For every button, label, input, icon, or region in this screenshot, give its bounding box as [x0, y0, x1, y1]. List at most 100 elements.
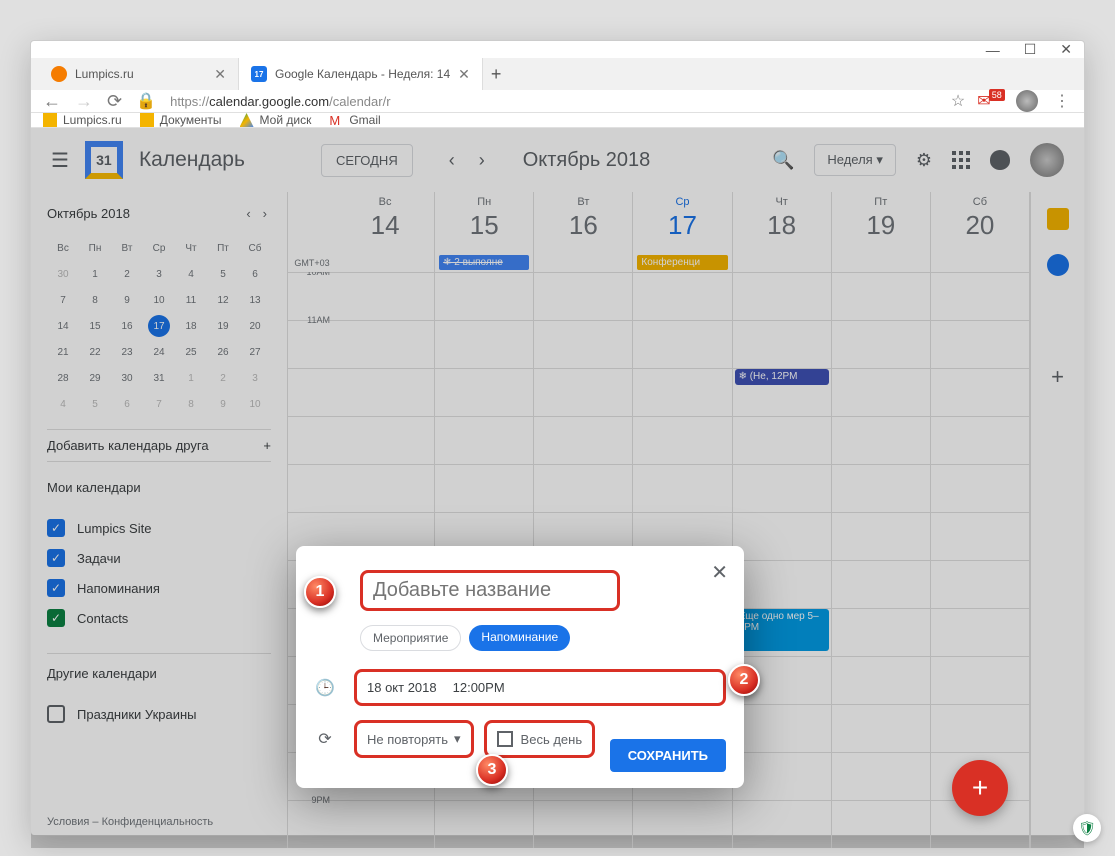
tab-close-icon[interactable]: ✕ — [214, 66, 226, 83]
gmail-icon: M — [329, 113, 343, 127]
user-avatar[interactable] — [1030, 143, 1064, 177]
mini-next-icon[interactable]: › — [259, 204, 271, 223]
close-icon[interactable]: ✕ — [711, 560, 728, 585]
new-tab-button[interactable]: + — [491, 64, 502, 85]
pill-reminder[interactable]: Напоминание — [469, 625, 570, 651]
date-nav: ‹ › — [441, 146, 493, 175]
grid-header: GMT+03 Вс14Пн15❄ 2 выполнеВт16Ср17Конфер… — [288, 192, 1030, 272]
url-text[interactable]: https://calendar.google.com/calendar/r — [170, 94, 934, 109]
my-calendars-header[interactable]: Мои календари — [47, 474, 271, 501]
annotation-marker-2: 2 — [728, 664, 760, 696]
browser-tab-lumpics[interactable]: Lumpics.ru ✕ — [39, 58, 239, 90]
day-column[interactable]: Пн15❄ 2 выполне — [435, 192, 534, 272]
security-shield-icon[interactable]: 🛡 — [1073, 814, 1101, 842]
search-icon[interactable]: 🔍 — [772, 150, 794, 171]
window-close[interactable]: ✕ — [1060, 41, 1072, 58]
calendar-item[interactable]: ✓Напоминания — [47, 573, 271, 603]
tab-label: Lumpics.ru — [75, 67, 134, 81]
allday-chip[interactable]: Конференци — [637, 255, 727, 270]
keep-icon[interactable] — [1047, 208, 1069, 230]
apps-grid-icon[interactable] — [952, 151, 970, 169]
add-friend-calendar[interactable]: Добавить календарь друга+ — [47, 429, 271, 462]
event-block[interactable]: ❄ (Не, 12PM — [735, 369, 829, 385]
datetime-row: 🕒 18 окт 2018 12:00PM — [314, 669, 726, 706]
prev-week-icon[interactable]: ‹ — [441, 146, 463, 175]
tasks-icon[interactable] — [1047, 254, 1069, 276]
checkbox-icon — [497, 731, 513, 747]
mini-calendar[interactable]: ВсПнВтСрЧтПтСб30123456789101112131415161… — [47, 235, 271, 417]
mini-cal-title: Октябрь 2018 — [47, 206, 130, 221]
pill-event[interactable]: Мероприятие — [360, 625, 461, 651]
footer-links[interactable]: Условия – Конфиденциальность — [47, 808, 271, 836]
tab-close-icon[interactable]: ✕ — [458, 66, 470, 83]
title-input[interactable] — [373, 579, 607, 602]
browser-tab-calendar[interactable]: 17 Google Календарь - Неделя: 14 ✕ — [239, 58, 483, 90]
calendar-item[interactable]: ✓Lumpics Site — [47, 513, 271, 543]
title-input-highlight — [360, 570, 620, 611]
day-column[interactable]: Чт18 — [733, 192, 832, 272]
today-button[interactable]: СЕГОДНЯ — [321, 144, 413, 177]
mini-prev-icon[interactable]: ‹ — [242, 204, 254, 223]
repeat-icon: ⟳ — [314, 729, 336, 749]
type-pills: Мероприятие Напоминание — [360, 625, 726, 651]
bookmarks-bar: Lumpics.ru Документы Мой диск MGmail — [31, 113, 1084, 128]
calendar-item[interactable]: ✓Задачи — [47, 543, 271, 573]
month-label: Октябрь 2018 — [523, 149, 651, 172]
header-right: 🔍 Неделя ▾ ⚙ — [772, 143, 1064, 177]
app-title: Календарь — [139, 148, 245, 172]
browser-window: — ☐ ✕ Lumpics.ru ✕ 17 Google Календарь -… — [30, 40, 1085, 836]
star-icon[interactable]: ☆ — [948, 91, 968, 111]
app-header: ☰ 31 Календарь СЕГОДНЯ ‹ › Октябрь 2018 … — [31, 128, 1084, 192]
gear-icon[interactable]: ⚙ — [916, 150, 932, 171]
nav-forward-icon[interactable]: → — [75, 91, 93, 112]
lock-icon[interactable]: 🔒 — [136, 91, 156, 111]
right-rail: + — [1030, 192, 1084, 848]
mini-cal-header: Октябрь 2018 ‹ › — [47, 204, 271, 223]
day-column[interactable]: Вс14 — [336, 192, 435, 272]
folder-icon — [140, 113, 154, 127]
mail-icon[interactable]: ✉58 — [982, 91, 1002, 111]
sidebar: Октябрь 2018 ‹ › ВсПнВтСрЧтПтСб3012345678… — [31, 192, 287, 848]
day-column[interactable]: Ср17Конференци — [633, 192, 732, 272]
profile-avatar[interactable] — [1016, 90, 1038, 112]
checkbox-icon — [47, 705, 65, 723]
bookmark-gmail[interactable]: MGmail — [329, 113, 380, 127]
view-selector[interactable]: Неделя ▾ — [814, 144, 895, 176]
event-block[interactable]: Еще одно мер 5–6PM — [735, 609, 829, 651]
bookmark-lumpics[interactable]: Lumpics.ru — [43, 113, 122, 127]
nav-back-icon[interactable]: ← — [43, 91, 61, 112]
bookmark-docs[interactable]: Документы — [140, 113, 222, 127]
repeat-select[interactable]: Не повторять▾ — [354, 720, 474, 758]
allday-chip[interactable]: ❄ 2 выполне — [439, 255, 529, 270]
next-week-icon[interactable]: › — [471, 146, 493, 175]
tab-label: Google Календарь - Неделя: 14 — [275, 67, 450, 81]
rail-plus-icon[interactable]: + — [1051, 364, 1064, 390]
datetime-input[interactable]: 18 окт 2018 12:00PM — [354, 669, 726, 706]
day-column[interactable]: Сб20 — [931, 192, 1030, 272]
create-fab[interactable]: + — [952, 760, 1008, 816]
bookmark-drive[interactable]: Мой диск — [240, 113, 312, 127]
calendar-item[interactable]: ✓Contacts — [47, 603, 271, 633]
bell-icon[interactable] — [990, 150, 1010, 170]
plus-icon: + — [263, 438, 271, 453]
window-minimize[interactable]: — — [986, 42, 1000, 58]
save-button[interactable]: СОХРАНИТЬ — [610, 739, 726, 772]
day-column[interactable]: Вт16 — [534, 192, 633, 272]
allday-checkbox[interactable]: Весь день — [484, 720, 596, 758]
other-calendars-header[interactable]: Другие календари — [47, 653, 271, 687]
hamburger-icon[interactable]: ☰ — [51, 148, 69, 173]
folder-icon — [43, 113, 57, 127]
time-value: 12:00PM — [453, 680, 505, 695]
menu-icon[interactable]: ⋮ — [1052, 91, 1072, 111]
checkbox-icon: ✓ — [47, 579, 65, 597]
calendar-item[interactable]: Праздники Украины — [47, 699, 271, 729]
clock-icon: 🕒 — [314, 678, 336, 698]
day-column[interactable]: Пт19 — [832, 192, 931, 272]
nav-reload-icon[interactable]: ⟳ — [107, 91, 122, 112]
app-logo: 31 — [85, 141, 123, 179]
annotation-marker-1: 1 — [304, 576, 336, 608]
checkbox-icon: ✓ — [47, 519, 65, 537]
create-reminder-popup: ✕ Мероприятие Напоминание 🕒 18 окт 2018 … — [296, 546, 744, 788]
chevron-down-icon: ▾ — [454, 731, 461, 747]
window-maximize[interactable]: ☐ — [1024, 41, 1037, 58]
